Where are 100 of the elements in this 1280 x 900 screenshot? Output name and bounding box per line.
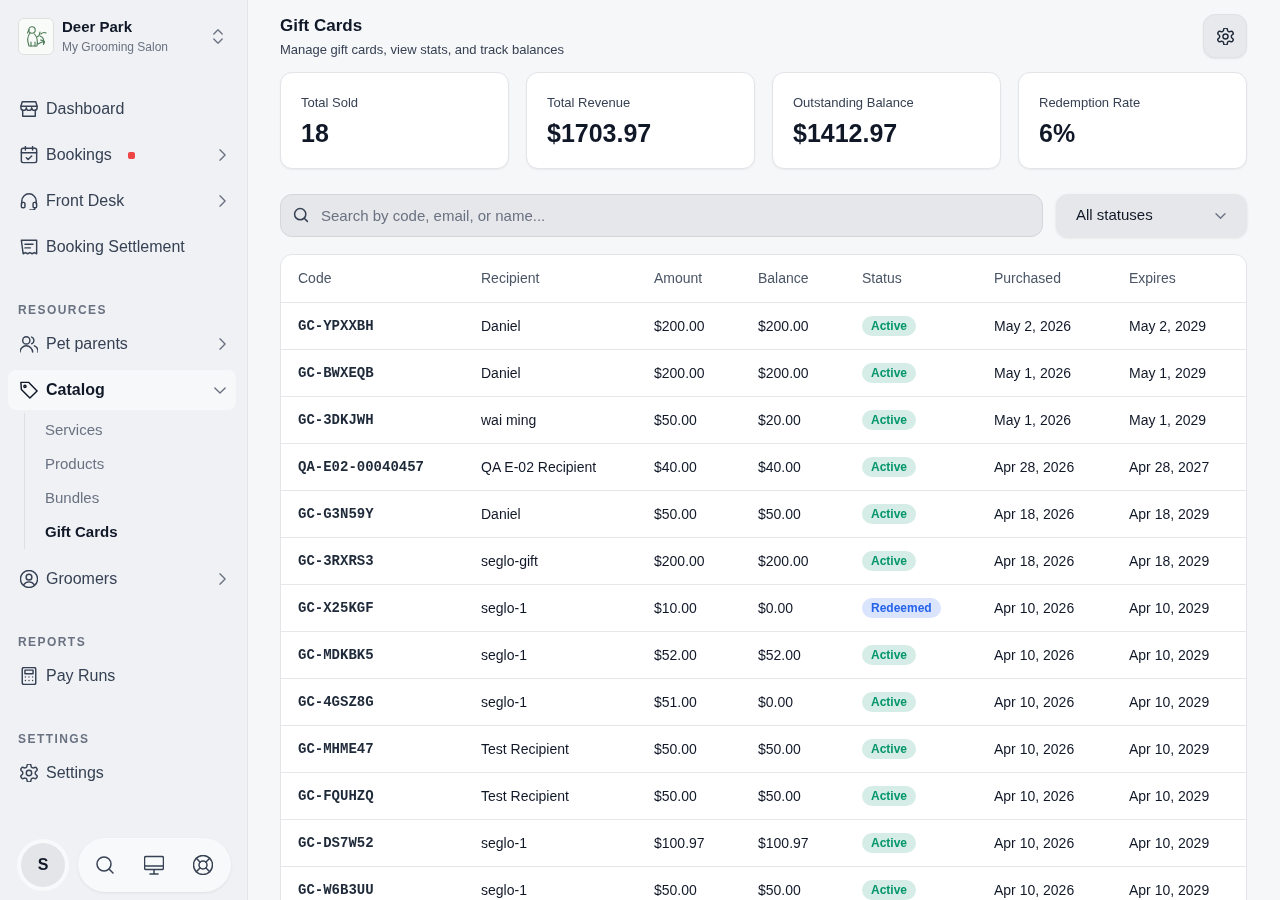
table-cell-text: Test Recipient [481, 739, 569, 759]
table-cell-text: $50.00 [654, 504, 697, 524]
nav-item[interactable]: Catalog [8, 370, 236, 410]
search-button[interactable] [95, 855, 115, 875]
column-header: Recipient [481, 269, 540, 288]
storefront-icon [20, 100, 38, 118]
page-subtitle: Manage gift cards, view stats, and track balances [280, 41, 564, 59]
table-cell-text: Apr 10, 2029 [1129, 739, 1210, 759]
table-cell-text: Apr 10, 2026 [994, 833, 1075, 853]
lifebuoy-icon [193, 855, 213, 875]
display-button[interactable] [144, 855, 164, 875]
status-badge: Active [862, 316, 917, 336]
column-header: Expires [1129, 269, 1176, 288]
headset-icon [20, 192, 38, 210]
table-cell-text: Daniel [481, 504, 521, 524]
stat-value: $1703.97 [547, 118, 653, 148]
nav-item[interactable]: Booking Settlement [8, 227, 236, 267]
stat-value: $1412.97 [793, 118, 899, 148]
chevron-down-icon [1215, 212, 1226, 219]
table-cell-text: wai ming [481, 410, 537, 430]
table-cell-text: Apr 10, 2026 [994, 786, 1075, 806]
table-cell-text: Apr 10, 2026 [994, 692, 1075, 712]
table-cell-text: GC-MHME47 [298, 739, 374, 759]
table-cell-text: $50.00 [758, 504, 801, 524]
help-button[interactable] [193, 855, 213, 875]
table-cell-text: $50.00 [654, 786, 697, 806]
table-cell-text: Apr 28, 2027 [1129, 457, 1210, 477]
status-badge: Active [862, 786, 917, 806]
settings-button[interactable] [1203, 14, 1247, 58]
nav-subitem[interactable]: Bundles [45, 481, 236, 515]
table-cell-text: GC-FQUHZQ [298, 786, 374, 806]
table-cell-text: seglo-1 [481, 598, 527, 618]
table-cell-text: seglo-gift [481, 551, 538, 571]
table-cell-text: Apr 10, 2026 [994, 880, 1075, 900]
page-title: Gift Cards [280, 15, 364, 37]
table-cell-text: GC-4GSZ8G [298, 692, 374, 712]
nav-item[interactable]: Bookings [8, 135, 236, 175]
nav-item[interactable]: Front Desk [8, 181, 236, 221]
table-cell-text: $52.00 [654, 645, 697, 665]
stat-value: 18 [301, 118, 330, 148]
status-filter-dropdown[interactable]: All statuses [1056, 194, 1247, 237]
table-cell-text: QA E-02 Recipient [481, 457, 597, 477]
nav-subitem[interactable]: Products [45, 447, 236, 481]
status-badge: Redeemed [862, 598, 941, 618]
workspace-subtitle: My Grooming Salon [62, 39, 169, 55]
table-cell-text: GC-X25KGF [298, 598, 374, 618]
table-cell-text: May 1, 2029 [1129, 410, 1207, 430]
status-badge: Active [862, 363, 917, 383]
table-cell-text: $0.00 [758, 692, 794, 712]
stat-label: Redemption Rate [1039, 94, 1142, 112]
search-icon [95, 855, 115, 875]
table-cell-text: Apr 10, 2026 [994, 645, 1075, 665]
nav-item[interactable]: Settings [8, 753, 236, 793]
status-badge: Active [862, 692, 917, 712]
nav-subitem[interactable]: Gift Cards [45, 515, 236, 549]
table-cell-text: Daniel [481, 363, 521, 383]
status-badge: Active [862, 410, 917, 430]
table-cell-text: Apr 28, 2026 [994, 457, 1075, 477]
table-cell-text: Apr 10, 2026 [994, 598, 1075, 618]
calendar-check-icon [20, 146, 38, 164]
column-header: Status [862, 269, 902, 288]
settings-icon [1216, 27, 1234, 45]
nav-item[interactable]: Groomers [8, 559, 236, 599]
column-header: Code [298, 269, 332, 288]
table-cell-text: Daniel [481, 316, 521, 336]
avatar-button[interactable]: S [17, 839, 69, 891]
column-header: Balance [758, 269, 809, 288]
status-badge: Active [862, 504, 917, 524]
table-cell-text: GC-BWXEQB [298, 363, 374, 383]
table-cell-text: $50.00 [654, 739, 697, 759]
table-cell-text: Apr 18, 2026 [994, 504, 1075, 524]
table-cell-text: Apr 10, 2029 [1129, 786, 1210, 806]
status-badge: Active [862, 880, 917, 900]
section-label: REPORTS [17, 634, 88, 650]
table-cell-text: $0.00 [758, 598, 794, 618]
table-cell-text: $50.00 [758, 739, 801, 759]
status-badge: Active [862, 739, 917, 759]
receipt-icon [20, 238, 38, 256]
nav-subitem[interactable]: Services [45, 413, 236, 447]
table-cell-text: GC-3RXRS3 [298, 551, 374, 571]
table-cell-text: $50.00 [758, 786, 801, 806]
table-cell-text: $200.00 [654, 316, 705, 336]
stat-value: 6% [1039, 118, 1077, 148]
table-cell-text: May 2, 2029 [1129, 316, 1207, 336]
table-cell-text: GC-YPXXBH [298, 316, 374, 336]
search-field[interactable]: Search by code, email, or name... [280, 194, 1043, 237]
table-cell-text: $100.97 [758, 833, 809, 853]
users-icon [20, 335, 38, 353]
chevron-up-down-icon[interactable] [213, 28, 223, 45]
tag-icon [20, 381, 38, 399]
nav-item[interactable]: Pet parents [8, 324, 236, 364]
table-cell-text: $10.00 [654, 598, 697, 618]
status-badge: Active [862, 551, 917, 571]
table-cell-text: Apr 10, 2029 [1129, 880, 1210, 900]
table-cell-text: $51.00 [654, 692, 697, 712]
table-cell-text: seglo-1 [481, 692, 527, 712]
table-cell-text: $40.00 [654, 457, 697, 477]
nav-item[interactable]: Dashboard [8, 89, 236, 129]
stat-label: Total Revenue [547, 94, 632, 112]
nav-item[interactable]: Pay Runs [8, 656, 236, 696]
